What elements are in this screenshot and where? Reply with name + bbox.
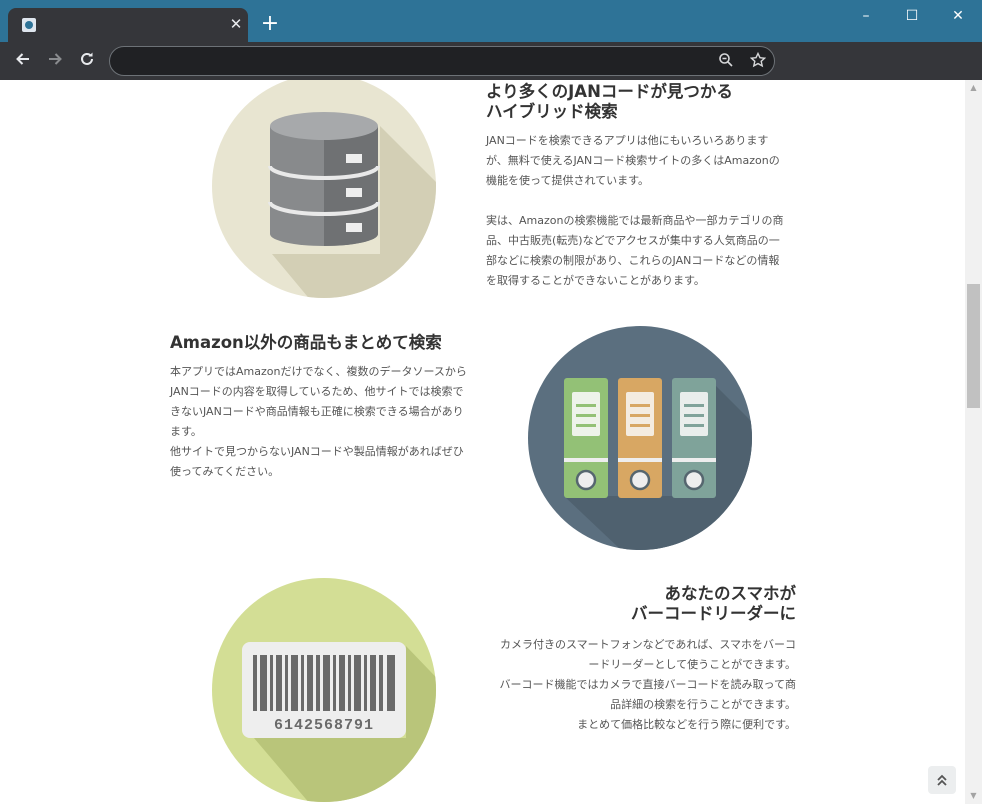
section-1-title-line-1: より多くのJANコードが見つかる bbox=[486, 82, 733, 101]
section-2-line-5: 他サイトで見つからないJANコードや製品情報があればぜひ bbox=[170, 445, 464, 458]
section-2-title-line-1: Amazon以外の商品もまとめて検索 bbox=[170, 333, 442, 352]
section-1-line-3: 機能を使って提供されています。 bbox=[486, 174, 650, 187]
section-3-line-4: 品詳細の検索を行うことができます。 bbox=[610, 698, 796, 711]
vertical-scrollbar[interactable]: ▲ ▼ bbox=[965, 80, 982, 804]
section-2-description: 本アプリではAmazonだけでなく、複数のデータソースから JANコードの内容を… bbox=[170, 362, 490, 482]
section-2-line-6: 使ってみてください。 bbox=[170, 465, 280, 478]
back-to-top-button[interactable] bbox=[928, 766, 956, 794]
new-tab-button[interactable]: + bbox=[260, 13, 280, 35]
section-1-description: JANコードを検索できるアプリは他にもいろいろあります が、無料で使えるJANコ… bbox=[486, 131, 806, 291]
browser-toolbar bbox=[0, 42, 982, 80]
section-1-title: より多くのJANコードが見つかる ハイブリッド検索 bbox=[486, 82, 806, 122]
section-3-line-1: カメラ付きのスマートフォンなどであれば、スマホをバーコ bbox=[499, 638, 796, 651]
section-1-line-5: 実は、Amazonの検索機能では最新商品や一部カテゴリの商 bbox=[486, 214, 784, 227]
tab-close-icon[interactable]: ✕ bbox=[228, 14, 244, 34]
scroll-down-arrow-icon[interactable]: ▼ bbox=[965, 788, 982, 804]
browser-titlebar: ✕ + – ☐ ✕ bbox=[0, 0, 982, 42]
favicon-icon bbox=[22, 18, 36, 32]
forward-arrow-icon[interactable] bbox=[44, 50, 66, 72]
database-icon bbox=[212, 80, 436, 298]
barcode-icon: 6142568791 bbox=[212, 578, 436, 802]
section-2-line-1: 本アプリではAmazonだけでなく、複数のデータソースから bbox=[170, 365, 467, 378]
section-1-line-2: が、無料で使えるJANコード検索サイトの多くはAmazonの bbox=[486, 154, 780, 167]
section-2-line-2: JANコードの内容を取得しているため、他サイトでは検索で bbox=[170, 385, 464, 398]
bookmark-star-icon[interactable] bbox=[749, 51, 767, 70]
page-viewport: より多くのJANコードが見つかる ハイブリッド検索 JANコードを検索できるアプ… bbox=[0, 80, 965, 804]
section-2-line-3: きないJANコードや商品情報も正確に検索できる場合があり bbox=[170, 405, 464, 418]
section-1-title-line-2: ハイブリッド検索 bbox=[486, 102, 618, 121]
scrollbar-thumb[interactable] bbox=[967, 284, 980, 408]
browser-tab[interactable]: ✕ bbox=[8, 8, 248, 42]
back-arrow-icon[interactable] bbox=[12, 50, 34, 72]
address-bar[interactable] bbox=[109, 46, 775, 76]
barcode-number: 6142568791 bbox=[274, 717, 374, 734]
section-1-line-6: 品、中古販売(転売)などでアクセスが集中する人気商品の一 bbox=[486, 234, 780, 247]
section-3-description: カメラ付きのスマートフォンなどであれば、スマホをバーコ ードリーダーとして使うこ… bbox=[476, 635, 796, 735]
binders-icon bbox=[528, 326, 752, 550]
section-2-title: Amazon以外の商品もまとめて検索 bbox=[170, 333, 490, 353]
section-1-line-1: JANコードを検索できるアプリは他にもいろいろあります bbox=[486, 134, 769, 147]
section-3-title: あなたのスマホが バーコードリーダーに bbox=[476, 584, 796, 624]
section-2-line-4: ます。 bbox=[170, 425, 202, 438]
section-3-line-5: まとめて価格比較などを行う際に便利です。 bbox=[577, 718, 796, 731]
scroll-up-arrow-icon[interactable]: ▲ bbox=[965, 80, 982, 96]
reload-icon[interactable] bbox=[76, 50, 98, 72]
section-3-line-3: バーコード機能ではカメラで直接バーコードを読み取って商 bbox=[499, 678, 796, 691]
section-1-line-7: 部などに検索の制限があり、これらのJANコードなどの情報 bbox=[486, 254, 780, 267]
minimize-button[interactable]: – bbox=[853, 6, 879, 26]
section-3-title-line-2: バーコードリーダーに bbox=[631, 604, 796, 623]
double-chevron-up-icon bbox=[937, 774, 947, 786]
section-1-line-8: を取得することができないことがあります。 bbox=[486, 274, 705, 287]
maximize-button[interactable]: ☐ bbox=[899, 6, 925, 26]
section-3-line-2: ードリーダーとして使うことができます。 bbox=[588, 658, 796, 671]
section-3-title-line-1: あなたのスマホが bbox=[664, 584, 796, 603]
zoom-out-icon[interactable] bbox=[717, 52, 735, 70]
close-window-button[interactable]: ✕ bbox=[945, 6, 971, 26]
